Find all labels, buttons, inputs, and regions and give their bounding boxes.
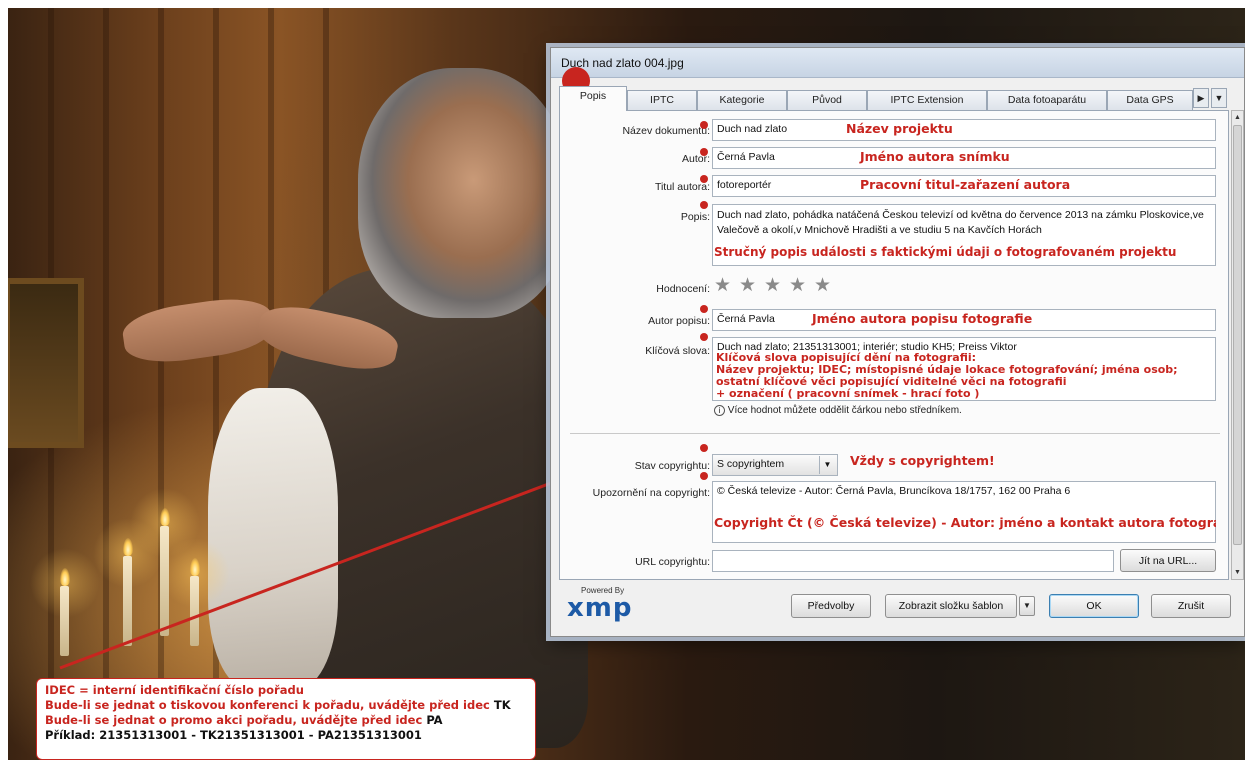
go-to-url-button[interactable]: Jít na URL... — [1120, 549, 1216, 572]
actor-hand-left — [119, 292, 277, 369]
tab-data-fotoaparatu[interactable]: Data fotoaparátu — [987, 90, 1107, 110]
popis-label: Popis: — [680, 211, 710, 223]
scroll-thumb[interactable] — [1233, 125, 1242, 545]
annotation-dot — [700, 148, 708, 156]
autor-label: Autor: — [681, 153, 710, 165]
popis-panel: Název dokumentu: Duch nad zlato Název pr… — [559, 110, 1229, 580]
file-info-dialog: Duch nad zlato 004.jpg Popis IPTC Katego… — [550, 47, 1245, 637]
nazev-field[interactable]: Duch nad zlato — [712, 119, 1216, 141]
hodnoceni-label: Hodnocení: — [656, 283, 710, 295]
tab-puvod[interactable]: Původ — [787, 90, 867, 110]
info-hint: i Více hodnot můžete oddělit čárkou nebo… — [714, 405, 962, 416]
star-icon[interactable]: ★ — [789, 274, 806, 297]
nazev-label: Název dokumentu: — [622, 125, 710, 137]
scroll-up-icon[interactable]: ▲ — [1233, 112, 1242, 123]
tab-data-gps[interactable]: Data GPS — [1107, 90, 1193, 110]
upozorneni-label: Upozornění na copyright: — [592, 487, 710, 499]
annotation-dot — [700, 175, 708, 183]
annotation-dot — [700, 305, 708, 313]
annotation-dot — [700, 121, 708, 129]
annotation-dot — [700, 444, 708, 452]
actor-head — [358, 68, 568, 318]
url-label: URL copyrightu: — [635, 556, 710, 568]
annotation-klicova-4: + označení ( pracovní snímek - hrací fot… — [716, 387, 980, 400]
klicova-label: Klíčová slova: — [645, 345, 710, 357]
titul-label: Titul autora: — [654, 181, 710, 193]
idec-line-1: IDEC = interní identifikační číslo pořad… — [45, 683, 304, 697]
tab-strip: Popis IPTC Kategorie Původ IPTC Extensio… — [559, 86, 1238, 111]
scroll-down-icon[interactable]: ▼ — [1233, 567, 1242, 578]
chevron-down-icon[interactable]: ▼ — [819, 456, 835, 474]
separator — [570, 433, 1220, 434]
candle — [123, 556, 132, 646]
stav-label: Stav copyrightu: — [634, 460, 710, 472]
autor-popisu-label: Autor popisu: — [648, 315, 710, 327]
zobrazit-chevron-down-icon[interactable]: ▼ — [1019, 596, 1035, 616]
tab-popis[interactable]: Popis — [559, 86, 627, 111]
tab-scroll-right-icon[interactable]: ▶ — [1193, 88, 1209, 108]
tab-kategorie[interactable]: Kategorie — [697, 90, 787, 110]
idec-line-2-code: TK — [493, 698, 511, 712]
wall-painting — [8, 278, 84, 448]
star-icon[interactable]: ★ — [814, 274, 831, 297]
annotation-dot — [700, 333, 708, 341]
idec-line-2-text: Bude-li se jednat o tiskovou konferenci … — [45, 698, 490, 712]
annotation-dot — [700, 472, 708, 480]
zobrazit-sablon-button[interactable]: Zobrazit složku šablon — [885, 594, 1017, 618]
candle — [190, 576, 199, 646]
vertical-scrollbar[interactable]: ▲ ▼ — [1231, 110, 1244, 580]
xmp-logo: Powered By xmp — [567, 586, 632, 621]
candle — [160, 526, 169, 636]
annotation-dot — [700, 201, 708, 209]
annotation-autor: Jméno autora snímku — [860, 149, 1010, 164]
idec-line-3-text: Bude-li se jednat o promo akci pořadu, u… — [45, 713, 423, 727]
xmp-logo-text: xmp — [567, 593, 633, 623]
tab-menu-chevron-down-icon[interactable]: ▼ — [1211, 88, 1227, 108]
predvolby-button[interactable]: Předvolby — [791, 594, 871, 618]
idec-note-box: IDEC = interní identifikační číslo pořad… — [36, 678, 536, 760]
annotation-autor-popisu: Jméno autora popisu fotografie — [812, 311, 1033, 326]
tab-iptc-extension[interactable]: IPTC Extension — [867, 90, 987, 110]
info-hint-text: Více hodnot můžete oddělit čárkou nebo s… — [727, 405, 962, 416]
star-icon[interactable]: ★ — [739, 274, 756, 297]
star-icon[interactable]: ★ — [714, 274, 731, 297]
idec-line-3-code: PA — [426, 713, 443, 727]
candle — [60, 586, 69, 656]
stav-select[interactable]: S copyrightem ▼ — [712, 454, 838, 476]
popis-value: Duch nad zlato, pohádka natáčená Českou … — [717, 209, 1204, 236]
idec-line-2: Bude-li se jednat o tiskovou konferenci … — [45, 698, 527, 713]
tab-iptc[interactable]: IPTC — [627, 90, 697, 110]
info-icon: i — [714, 405, 725, 416]
title-bar[interactable]: Duch nad zlato 004.jpg — [551, 48, 1244, 78]
annotation-titul: Pracovní titul-zařazení autora — [860, 177, 1071, 192]
stav-value: S copyrightem — [717, 458, 785, 470]
cancel-button[interactable]: Zrušit — [1151, 594, 1231, 618]
annotation-popis: Stručný popis události s faktickými údaj… — [714, 245, 1177, 259]
idec-line-4: Příklad: 21351313001 - TK21351313001 - P… — [45, 728, 422, 742]
idec-line-3: Bude-li se jednat o promo akci pořadu, u… — [45, 713, 527, 728]
annotation-upozorneni: Copyright Čt (© Česká televize) - Autor:… — [714, 515, 1216, 530]
star-icon[interactable]: ★ — [764, 274, 781, 297]
upozorneni-value: © Česká televize - Autor: Černá Pavla, B… — [717, 485, 1071, 497]
url-field[interactable] — [712, 550, 1114, 572]
annotation-nazev: Název projektu — [846, 121, 953, 136]
upozorneni-field[interactable]: © Česká televize - Autor: Černá Pavla, B… — [712, 481, 1216, 543]
handkerchief — [208, 388, 338, 688]
annotation-stav: Vždy s copyrightem! — [850, 453, 995, 468]
ok-button[interactable]: OK — [1049, 594, 1139, 618]
